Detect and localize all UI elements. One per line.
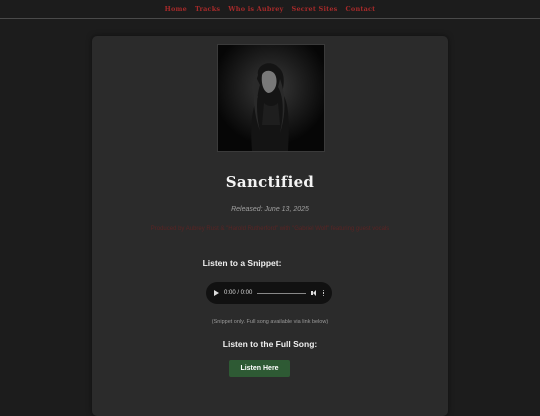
- snippet-heading: Listen to a Snippet:: [202, 258, 282, 268]
- more-vertical-icon[interactable]: [322, 289, 324, 297]
- volume-icon[interactable]: [310, 290, 318, 296]
- song-credits: Produced by Aubrey Rust & "Harold Ruther…: [150, 226, 390, 232]
- song-card: Sanctified Released: June 13, 2025 Produ…: [92, 36, 448, 416]
- nav-secret-sites[interactable]: Secret Sites: [292, 5, 338, 13]
- cover-photo: [218, 45, 324, 151]
- nav-tracks[interactable]: Tracks: [195, 5, 220, 13]
- full-song-heading: Listen to the Full Song:: [222, 339, 318, 349]
- audio-time: 0:00 / 0:00: [224, 290, 253, 296]
- song-title: Sanctified: [225, 173, 315, 191]
- snippet-note: (Snippet only. Full song available via l…: [211, 319, 329, 325]
- nav-contact[interactable]: Contact: [346, 5, 376, 13]
- nav-who-is-aubrey[interactable]: Who is Aubrey: [228, 5, 283, 13]
- album-cover: [217, 44, 325, 152]
- top-navigation: Home Tracks Who is Aubrey Secret Sites C…: [0, 0, 540, 19]
- nav-home[interactable]: Home: [165, 5, 187, 13]
- play-icon[interactable]: [214, 290, 219, 296]
- listen-here-button[interactable]: Listen Here: [229, 360, 290, 377]
- release-date: Released: June 13, 2025: [231, 206, 309, 213]
- audio-progress-track[interactable]: [257, 292, 306, 294]
- audio-player[interactable]: 0:00 / 0:00: [206, 282, 332, 304]
